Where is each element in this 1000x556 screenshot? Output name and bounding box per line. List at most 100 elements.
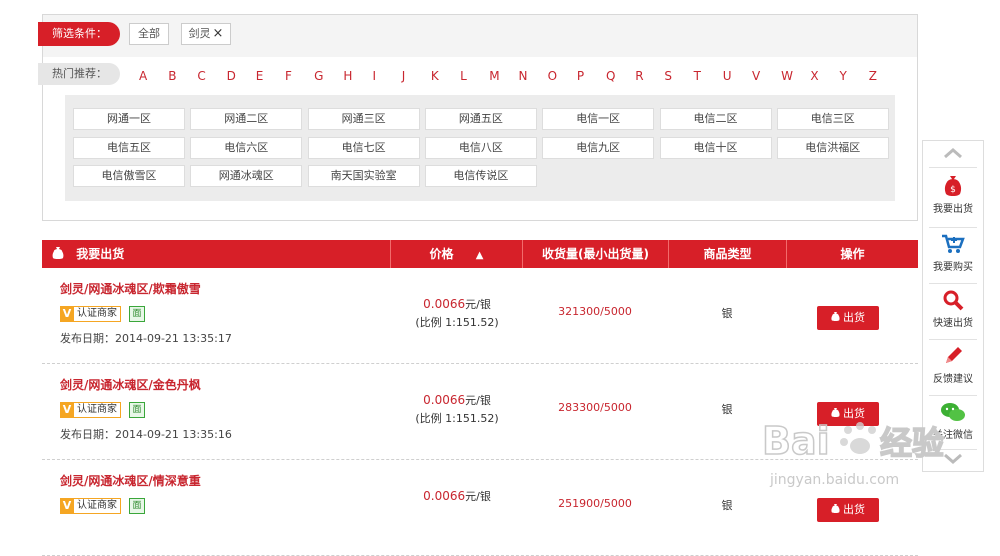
server-option[interactable]: 电信五区 bbox=[73, 136, 185, 159]
server-option[interactable]: 网通二区 bbox=[190, 108, 303, 130]
sell-button[interactable]: 出货 bbox=[817, 306, 879, 330]
floating-sidebar: $ 我要出货 我要购买 快速出货 反馈建议 关注微信 bbox=[922, 140, 984, 472]
letter-link[interactable]: W bbox=[781, 69, 810, 83]
price-unit: 元/银 bbox=[465, 394, 491, 407]
letter-link[interactable]: M bbox=[489, 69, 518, 83]
server-option[interactable]: 电信傲雪区 bbox=[73, 165, 185, 187]
filter-chip-jianling[interactable]: 剑灵 × bbox=[181, 23, 231, 45]
server-option[interactable]: 电信三区 bbox=[776, 108, 889, 130]
close-icon[interactable]: × bbox=[213, 26, 224, 41]
letter-index: ABCDEFGHIJKLMNOPQRSTUVWXYZ bbox=[139, 69, 898, 83]
money-bag-icon bbox=[831, 504, 840, 513]
header-sell-label: 我要出货 bbox=[76, 247, 125, 261]
pencil-icon bbox=[946, 347, 962, 363]
letter-link[interactable]: J bbox=[402, 69, 431, 83]
letter-link[interactable]: C bbox=[197, 69, 226, 83]
letter-link[interactable]: S bbox=[664, 69, 693, 83]
sidebar-label: 关注微信 bbox=[933, 430, 973, 441]
server-option[interactable]: 电信七区 bbox=[307, 136, 420, 159]
table-row: 剑灵/网通冰魂区/欺霜傲雪 V 认证商家 面 发布日期：2014-09-21 1… bbox=[42, 268, 918, 364]
quantity-cell: 321300/5000 bbox=[558, 305, 632, 318]
sell-button[interactable]: 出货 bbox=[817, 402, 879, 426]
server-option[interactable]: 电信十区 bbox=[659, 136, 772, 159]
sidebar-item-sell[interactable]: $ 我要出货 bbox=[923, 175, 983, 215]
certified-merchant-badge: 认证商家 bbox=[74, 402, 121, 418]
filter-chip-all[interactable]: 全部 bbox=[129, 23, 169, 45]
server-option[interactable]: 网通三区 bbox=[307, 108, 420, 130]
sidebar-item-wechat[interactable]: 关注微信 bbox=[923, 401, 983, 441]
face-to-face-badge: 面 bbox=[129, 306, 145, 322]
letter-link[interactable]: B bbox=[168, 69, 197, 83]
quantity-cell: 251900/5000 bbox=[558, 497, 632, 510]
cart-icon bbox=[942, 234, 965, 253]
svg-text:$: $ bbox=[950, 185, 956, 195]
filter-label: 筛选条件： bbox=[38, 22, 120, 46]
face-to-face-badge: 面 bbox=[129, 498, 145, 514]
certified-merchant-badge: 认证商家 bbox=[74, 498, 121, 514]
letter-link[interactable]: Q bbox=[606, 69, 635, 83]
hot-recommend-row: 热门推荐： ABCDEFGHIJKLMNOPQRSTUVWXYZ bbox=[38, 57, 917, 93]
letter-link[interactable]: F bbox=[285, 69, 314, 83]
listing-title[interactable]: 剑灵/网通冰魂区/情深意重 bbox=[60, 472, 201, 489]
price-unit: 元/银 bbox=[465, 298, 491, 311]
letter-link[interactable]: U bbox=[723, 69, 752, 83]
letter-link[interactable]: I bbox=[373, 69, 402, 83]
sort-asc-icon[interactable]: ▲ bbox=[476, 250, 484, 261]
server-option[interactable]: 电信传说区 bbox=[424, 165, 537, 187]
server-option[interactable]: 电信二区 bbox=[659, 108, 772, 130]
letter-link[interactable]: P bbox=[577, 69, 606, 83]
server-option[interactable]: 电信一区 bbox=[542, 108, 655, 130]
server-option[interactable]: 网通五区 bbox=[424, 108, 537, 130]
letter-link[interactable]: R bbox=[635, 69, 664, 83]
sidebar-item-quick-sell[interactable]: 快速出货 bbox=[923, 289, 983, 329]
letter-link[interactable]: D bbox=[227, 69, 256, 83]
price-ratio: (比例 1:151.52) bbox=[415, 316, 499, 329]
sidebar-item-feedback[interactable]: 反馈建议 bbox=[923, 345, 983, 385]
listing-title[interactable]: 剑灵/网通冰魂区/金色丹枫 bbox=[60, 376, 201, 393]
price-value: 0.0066 bbox=[423, 297, 466, 311]
letter-link[interactable]: V bbox=[752, 69, 781, 83]
letter-link[interactable]: O bbox=[548, 69, 577, 83]
sell-button-label: 出货 bbox=[843, 311, 865, 324]
letter-link[interactable]: K bbox=[431, 69, 460, 83]
price-cell: 0.0066元/银 (比例 1:151.52) bbox=[392, 296, 522, 330]
sidebar-label: 快速出货 bbox=[933, 318, 973, 329]
letter-link[interactable]: T bbox=[694, 69, 723, 83]
header-price[interactable]: 价格 ▲ bbox=[390, 240, 522, 268]
server-option[interactable]: 电信六区 bbox=[190, 136, 303, 159]
quantity-cell: 283300/5000 bbox=[558, 401, 632, 414]
server-option[interactable]: 电信九区 bbox=[542, 136, 655, 159]
letter-link[interactable]: X bbox=[810, 69, 839, 83]
server-option[interactable]: 南天国实验室 bbox=[307, 165, 420, 187]
server-option[interactable]: 网通一区 bbox=[73, 108, 185, 130]
table-header: 我要出货 价格 ▲ 收货量(最小出货量) 商品类型 操作 bbox=[42, 240, 918, 268]
sidebar-item-buy[interactable]: 我要购买 bbox=[923, 233, 983, 273]
filter-panel: 筛选条件： 全部 剑灵 × 热门推荐： ABCDEFGHIJKLMNOPQRSTU… bbox=[38, 14, 918, 221]
scroll-up-button[interactable] bbox=[923, 147, 983, 162]
letter-link[interactable]: Z bbox=[869, 69, 898, 83]
sidebar-label: 反馈建议 bbox=[933, 374, 973, 385]
server-option[interactable]: 电信八区 bbox=[424, 136, 537, 159]
header-sell: 我要出货 bbox=[42, 240, 390, 268]
server-grid: 网通一区 网通二区 网通三区 网通五区 电信一区 电信二区 电信三区电信五区 电信六区 电信七区… bbox=[65, 95, 895, 201]
letter-link[interactable]: G bbox=[314, 69, 343, 83]
letter-link[interactable]: N bbox=[518, 69, 547, 83]
filter-header: 筛选条件： 全部 剑灵 × bbox=[38, 15, 917, 57]
scroll-down-button[interactable] bbox=[923, 453, 983, 468]
letter-link[interactable]: E bbox=[256, 69, 285, 83]
listing-title[interactable]: 剑灵/网通冰魂区/欺霜傲雪 bbox=[60, 280, 201, 297]
price-unit: 元/银 bbox=[465, 490, 491, 503]
letter-link[interactable]: Y bbox=[840, 69, 869, 83]
letter-link[interactable]: L bbox=[460, 69, 489, 83]
verified-v-icon: V bbox=[60, 306, 74, 322]
server-option[interactable]: 电信洪福区 bbox=[776, 136, 889, 159]
letter-link[interactable]: H bbox=[343, 69, 372, 83]
price-ratio: (比例 1:151.52) bbox=[415, 412, 499, 425]
sell-button[interactable]: 出货 bbox=[817, 498, 879, 522]
hot-recommend-label: 热门推荐： bbox=[38, 63, 120, 85]
server-option[interactable]: 网通冰魂区 bbox=[190, 165, 303, 187]
letter-link[interactable]: A bbox=[139, 69, 168, 83]
publish-date: 发布日期：2014-09-21 13:35:17 bbox=[60, 332, 232, 345]
table-row: 剑灵/网通冰魂区/情深意重 V 认证商家 面 0.0066元/银 251900/… bbox=[42, 460, 918, 556]
money-bag-icon bbox=[831, 408, 840, 417]
